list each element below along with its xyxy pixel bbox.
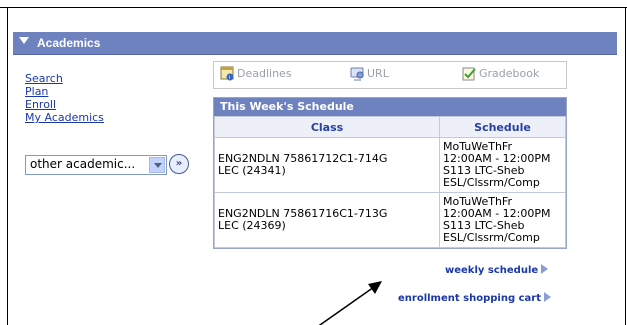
annotation-arrow-head-icon — [368, 281, 382, 294]
annotation-arrow — [318, 281, 382, 325]
annotation-arrow-line — [318, 286, 375, 325]
